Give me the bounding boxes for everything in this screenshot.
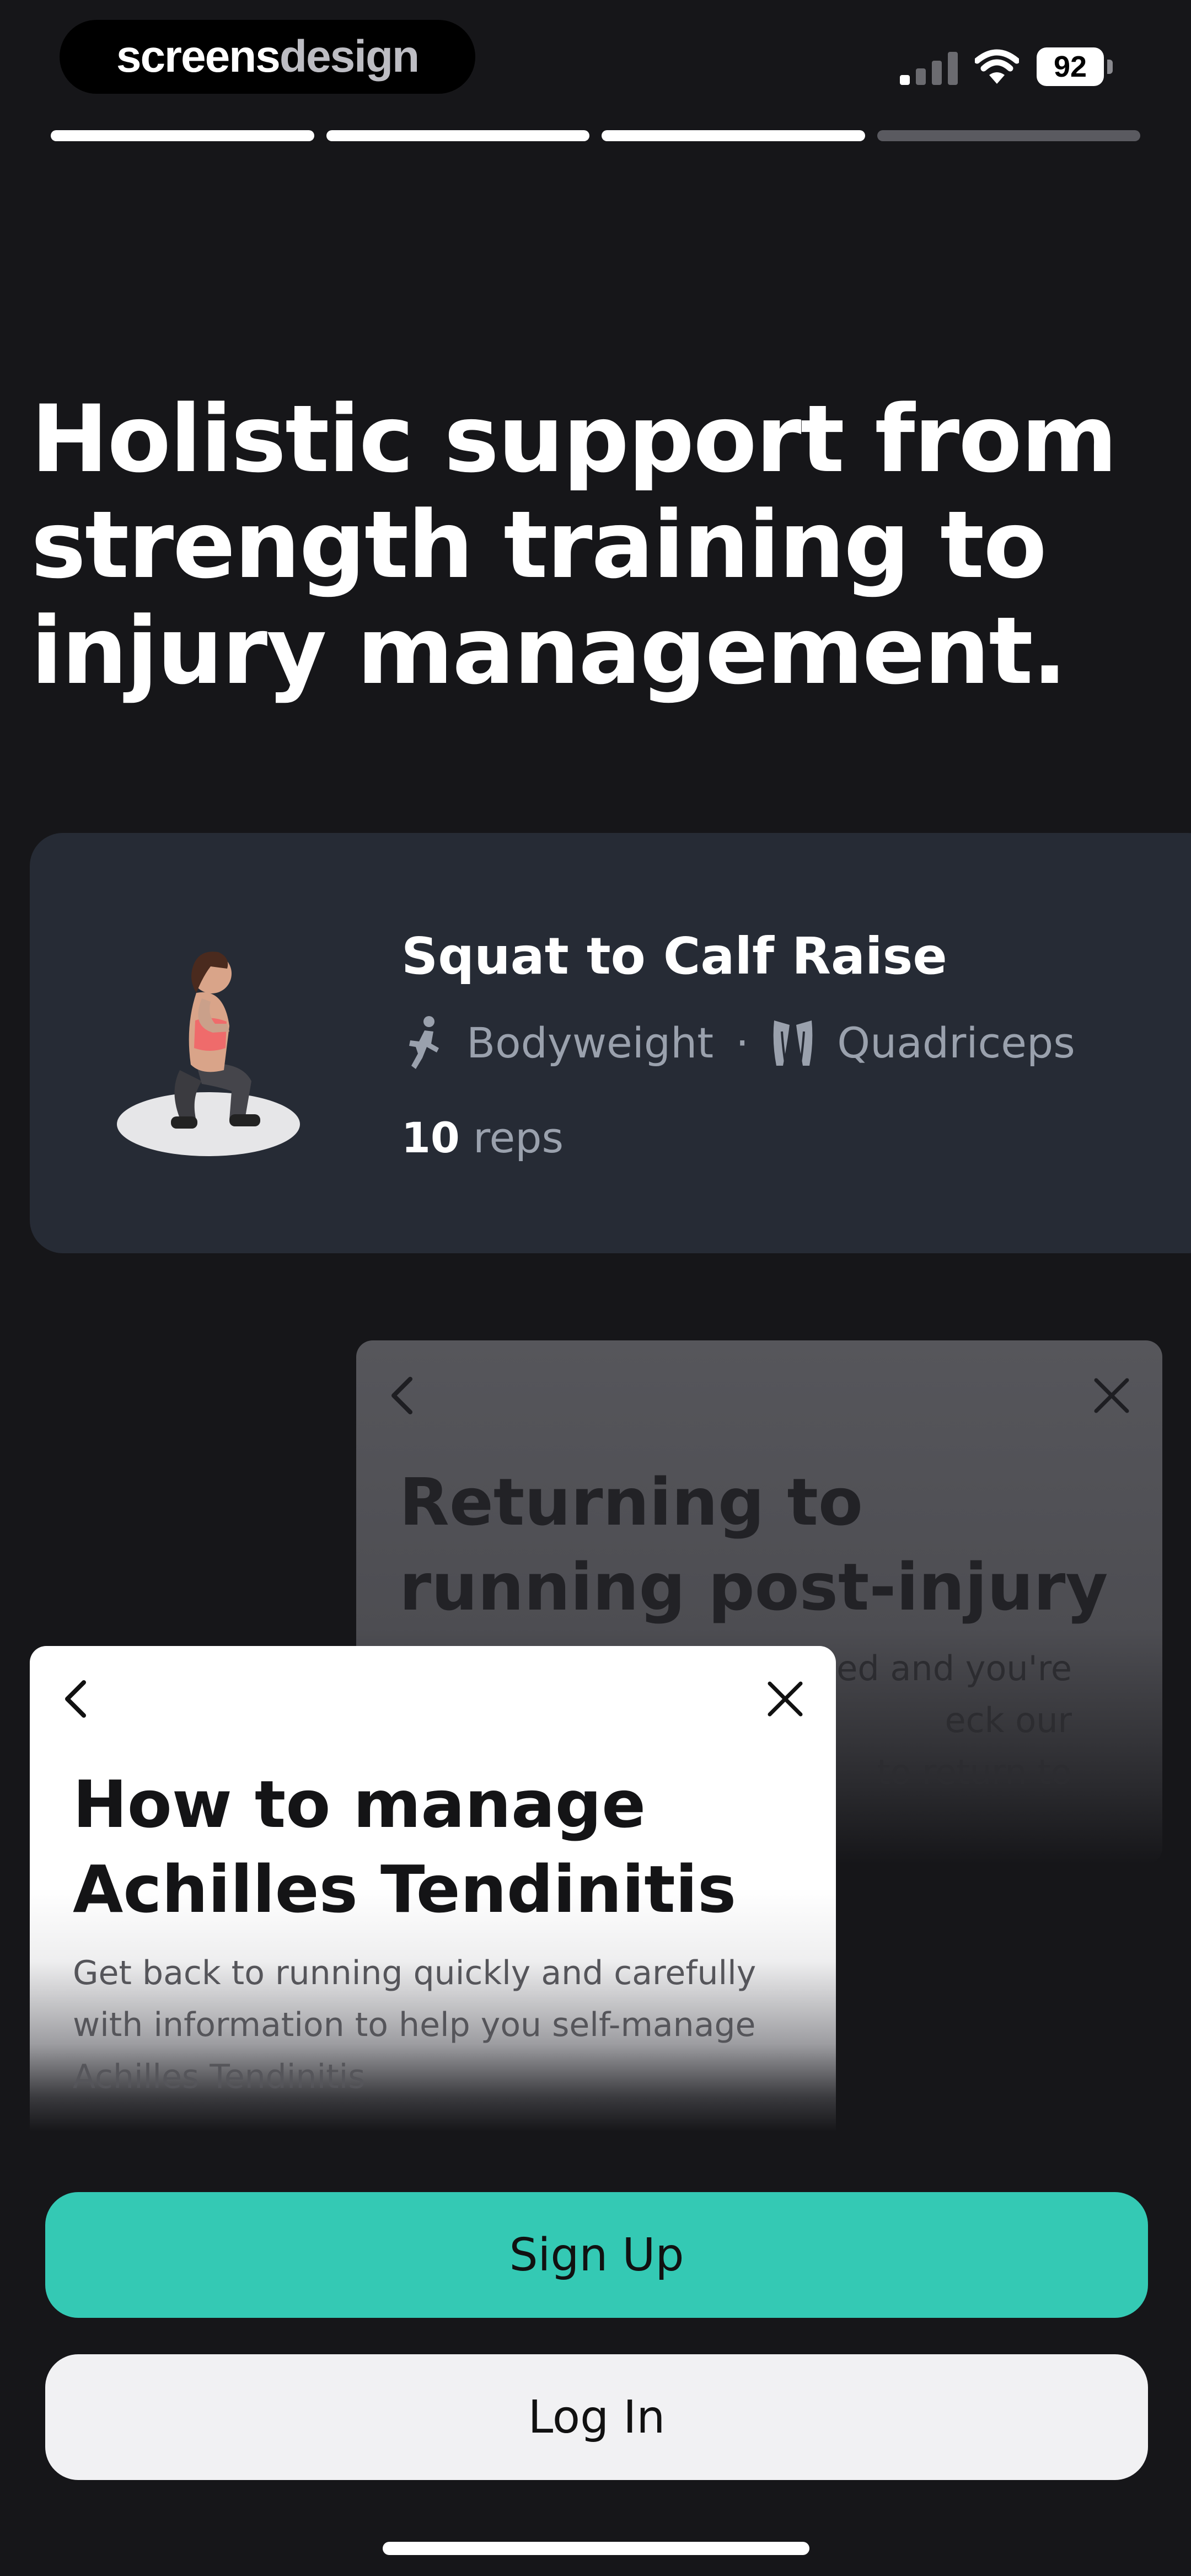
headline-line-1: Holistic support from	[31, 385, 1118, 493]
exercise-title: Squat to Calf Raise	[401, 927, 947, 986]
progress-step-4	[877, 130, 1140, 141]
article-title: Returning to running post-injury	[399, 1464, 1108, 1625]
back-chevron-icon[interactable]	[382, 1373, 426, 1418]
bodyweight-icon	[409, 1016, 439, 1069]
meta-separator: ·	[736, 1018, 749, 1067]
logo-part-screens: screens	[116, 31, 281, 82]
exercise-muscle: Quadriceps	[837, 1018, 1075, 1067]
progress-step-2	[326, 130, 589, 141]
wifi-icon	[975, 49, 1019, 84]
battery-nub	[1107, 60, 1113, 74]
exercise-equipment: Bodyweight	[466, 1018, 714, 1067]
onboarding-progress	[51, 130, 1140, 141]
close-icon[interactable]	[1090, 1373, 1134, 1418]
onboarding-headline: Holistic support from strength training …	[31, 386, 1134, 704]
reps-count: 10	[401, 1113, 460, 1162]
log-in-button[interactable]: Log In	[45, 2354, 1148, 2480]
battery-indicator: 92	[1037, 47, 1104, 86]
headline-line-3: injury management.	[31, 597, 1067, 705]
exercise-reps: 10 reps	[401, 1113, 564, 1162]
logo-part-design: design	[279, 31, 420, 82]
quadriceps-icon	[773, 1020, 813, 1066]
sign-up-button[interactable]: Sign Up	[45, 2192, 1148, 2318]
close-icon[interactable]	[763, 1677, 807, 1721]
back-chevron-icon[interactable]	[55, 1677, 99, 1721]
headline-line-2: strength training to	[31, 491, 1047, 599]
progress-step-1	[51, 130, 314, 141]
screensdesign-logo: screens design	[60, 20, 475, 94]
article-card-achilles-tendinitis[interactable]: How to manage Achilles Tendinitis Get ba…	[30, 1646, 836, 2131]
squat-exercise-illustration	[117, 952, 300, 1156]
home-indicator[interactable]	[383, 2542, 809, 2555]
exercise-meta: Bodyweight · Quadriceps	[406, 1015, 1075, 1070]
battery-level: 92	[1053, 50, 1087, 83]
cellular-signal-icon	[900, 52, 958, 85]
reps-unit: reps	[473, 1113, 564, 1162]
article-title: How to manage Achilles Tendinitis	[73, 1766, 737, 1927]
progress-step-3	[602, 130, 865, 141]
article-description: Get back to running quickly and carefull…	[73, 1954, 757, 2096]
